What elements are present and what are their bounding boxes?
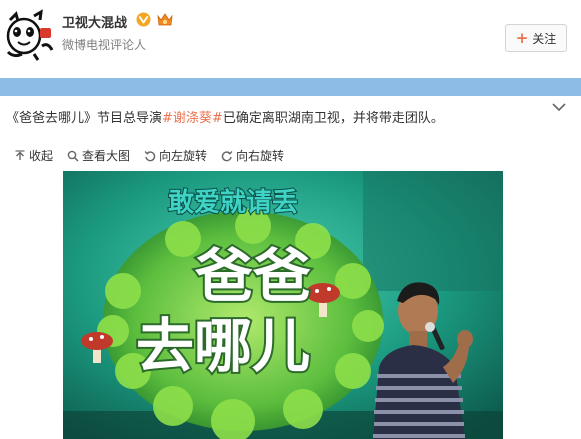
weibo-post-page: 卫视大混战 微博电视评论人 + 关注 《爸爸去哪儿》节目总导演#谢涤葵#已确定离… xyxy=(0,0,581,439)
follow-button[interactable]: + 关注 xyxy=(505,24,567,52)
post-text-middle: 节目总导演 xyxy=(97,111,163,126)
sign-line3: 去哪儿 xyxy=(136,312,310,380)
rotate-left-label: 向左旋转 xyxy=(159,149,208,163)
rotate-right-icon xyxy=(221,150,233,161)
verified-icon xyxy=(136,12,151,27)
post-text-end: 已确定离职湖南卫视，并将带走团队。 xyxy=(222,111,444,126)
collapse-button[interactable]: 收起 xyxy=(14,147,53,164)
view-large-label: 查看大图 xyxy=(82,149,131,163)
sign-line2: 爸爸 xyxy=(194,242,311,310)
avatar[interactable] xyxy=(4,6,56,62)
plus-icon: + xyxy=(515,28,529,47)
member-icon[interactable] xyxy=(156,11,174,28)
collapse-icon xyxy=(15,149,25,160)
show-name-link[interactable]: 《爸爸去哪儿》 xyxy=(6,111,97,126)
post-header: 卫视大混战 微博电视评论人 + 关注 xyxy=(0,0,581,78)
sign-line1: 敢爱就请丢 xyxy=(168,188,298,218)
divider-band xyxy=(0,78,581,96)
view-large-button[interactable]: 查看大图 xyxy=(67,147,130,164)
post-text: 《爸爸去哪儿》节目总导演#谢涤葵#已确定离职湖南卫视，并将带走团队。 xyxy=(6,107,444,126)
follow-label: 关注 xyxy=(532,31,557,46)
rotate-left-button[interactable]: 向左旋转 xyxy=(144,147,207,164)
image-toolbar: 收起 查看大图 向左旋转 向右旋转 xyxy=(14,147,284,164)
account-name[interactable]: 卫视大混战 xyxy=(62,12,127,31)
collapse-label: 收起 xyxy=(29,149,54,163)
rotate-left-icon xyxy=(144,150,156,161)
rotate-right-label: 向右旋转 xyxy=(236,149,285,163)
magnifier-icon xyxy=(67,150,79,162)
chevron-down-icon[interactable] xyxy=(550,100,568,114)
account-description: 微博电视评论人 xyxy=(62,38,147,52)
rotate-right-button[interactable]: 向右旋转 xyxy=(221,147,284,164)
topic-link[interactable]: #谢涤葵# xyxy=(162,111,223,126)
post-photo[interactable]: 敢爱就请丢 爸爸 去哪儿 xyxy=(63,171,503,439)
